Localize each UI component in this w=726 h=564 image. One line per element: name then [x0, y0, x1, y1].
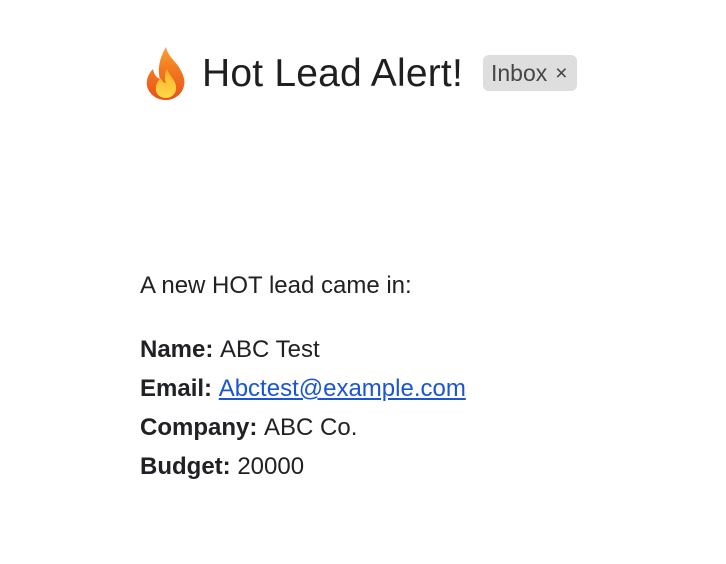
email-address-link[interactable]: Abctest@example.com: [219, 375, 466, 402]
email-subject-row: Hot Lead Alert! Inbox ×: [140, 42, 577, 104]
field-value: 20000: [237, 453, 305, 480]
field-label: Email:: [140, 375, 219, 402]
email-body: A new HOT lead came in: Name: ABC Test E…: [140, 266, 466, 486]
email-subject: Hot Lead Alert!: [202, 51, 463, 95]
lead-field-company: Company: ABC Co.: [140, 408, 466, 447]
field-value: ABC Co.: [264, 414, 358, 441]
field-value: ABC Test: [220, 336, 320, 363]
inbox-label-text: Inbox: [491, 59, 548, 86]
field-label: Company:: [140, 414, 265, 441]
field-label: Name:: [140, 336, 221, 363]
inbox-label-chip[interactable]: Inbox ×: [483, 55, 577, 91]
lead-field-budget: Budget: 20000: [140, 447, 466, 486]
field-label: Budget:: [140, 453, 238, 480]
fire-icon: [140, 45, 192, 101]
lead-field-email: Email: Abctest@example.com: [140, 369, 466, 408]
intro-text: A new HOT lead came in:: [140, 272, 412, 299]
lead-field-name: Name: ABC Test: [140, 330, 466, 369]
remove-label-close-icon[interactable]: ×: [555, 63, 567, 84]
